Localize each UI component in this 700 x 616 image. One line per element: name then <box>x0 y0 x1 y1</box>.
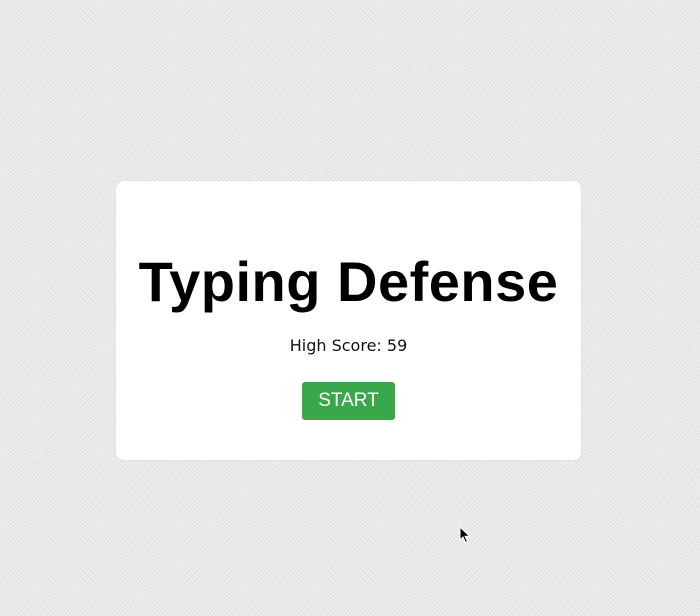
high-score-text: High Score: 59 <box>289 336 408 355</box>
mouse-pointer-icon <box>459 526 471 544</box>
start-screen-card: Typing Defense High Score: 59 START <box>116 181 581 460</box>
game-title: Typing Defense <box>138 250 559 313</box>
start-button[interactable]: START <box>302 382 395 420</box>
